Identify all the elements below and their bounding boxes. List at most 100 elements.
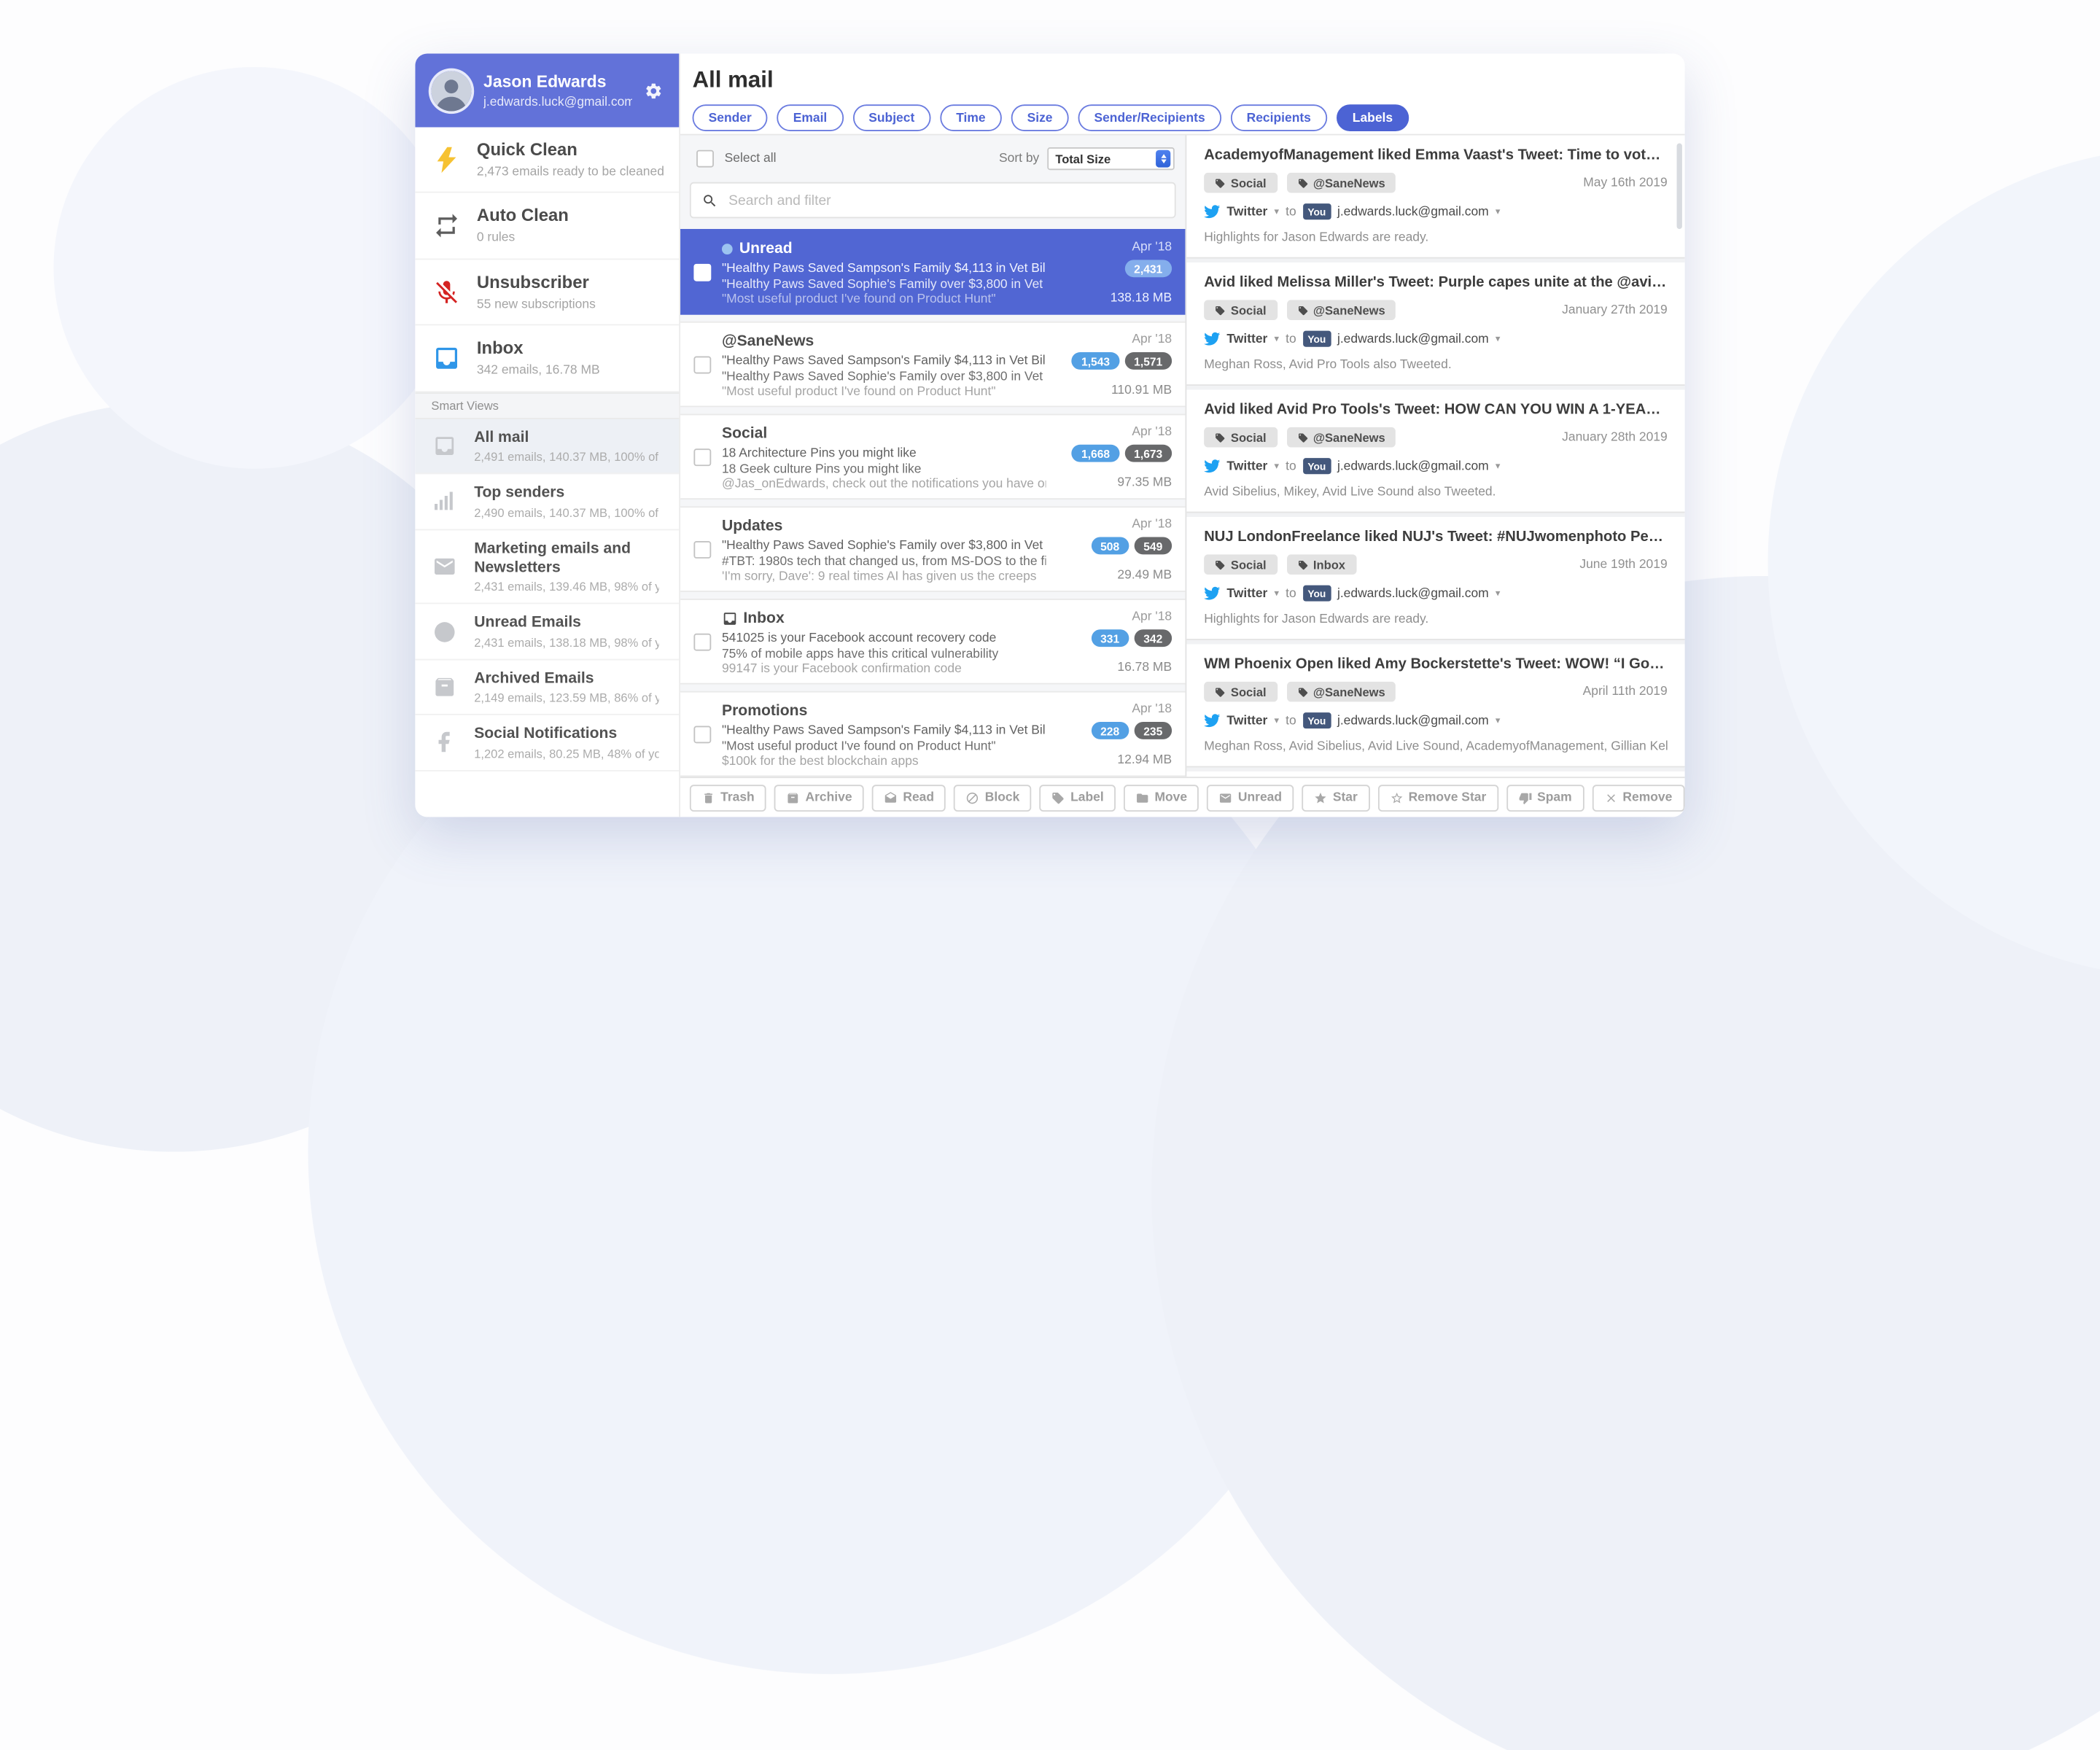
read-button[interactable]: Read bbox=[872, 784, 946, 812]
message-item[interactable]: NUJ LondonFreelance liked Federica Tedes… bbox=[1186, 771, 1685, 777]
filter-chip-sender[interactable]: Sender bbox=[692, 104, 768, 131]
recipient-email[interactable]: j.edwards.luck@gmail.com bbox=[1337, 459, 1489, 473]
select-all-checkbox[interactable] bbox=[696, 149, 714, 168]
email-group-promotions[interactable]: Promotions "Healthy Paws Saved Sampson's… bbox=[680, 691, 1186, 777]
sidebar: Jason Edwards j.edwards.luck@gmail.com Q… bbox=[415, 53, 681, 817]
tag-social[interactable]: Social bbox=[1204, 172, 1278, 193]
filter-chip-email[interactable]: Email bbox=[777, 104, 844, 131]
recipient-email[interactable]: j.edwards.luck@gmail.com bbox=[1337, 586, 1489, 601]
filter-chip-time[interactable]: Time bbox=[940, 104, 1002, 131]
trash-button[interactable]: Trash bbox=[689, 784, 767, 812]
filter-chip-recipients[interactable]: Recipients bbox=[1230, 104, 1327, 131]
chevron-down-icon[interactable]: ▾ bbox=[1275, 461, 1279, 472]
message-item[interactable]: Avid liked Melissa Miller's Tweet: Purpl… bbox=[1186, 262, 1685, 385]
chevron-down-icon[interactable]: ▾ bbox=[1496, 715, 1500, 726]
spam-button[interactable]: Spam bbox=[1506, 784, 1584, 812]
email-group-social[interactable]: Social 18 Architecture Pins you might li… bbox=[680, 413, 1186, 500]
group-line: "Healthy Paws Saved Sophie's Family over… bbox=[721, 539, 1046, 553]
chevron-down-icon[interactable]: ▾ bbox=[1275, 715, 1279, 726]
tag-sanenews[interactable]: @SaneNews bbox=[1286, 427, 1396, 448]
message-item[interactable]: WM Phoenix Open liked Amy Bockerstette's… bbox=[1186, 644, 1685, 766]
smart-view-title: Unread Emails bbox=[474, 615, 581, 631]
sender-name[interactable]: Twitter bbox=[1226, 204, 1267, 219]
sender-name[interactable]: Twitter bbox=[1226, 586, 1267, 601]
envelope-open-icon bbox=[884, 791, 898, 804]
row-checkbox[interactable] bbox=[693, 263, 712, 281]
recipient-email[interactable]: j.edwards.luck@gmail.com bbox=[1337, 332, 1489, 346]
tag-social[interactable]: Social bbox=[1204, 681, 1278, 702]
message-item[interactable]: Avid liked Avid Pro Tools's Tweet: HOW C… bbox=[1186, 389, 1685, 512]
tag-social[interactable]: Social bbox=[1204, 554, 1278, 575]
smart-view-subtitle: 2,490 emails, 140.37 MB, 100% of you... bbox=[474, 505, 658, 519]
remove-button[interactable]: Remove bbox=[1592, 784, 1684, 812]
sender-name[interactable]: Twitter bbox=[1226, 332, 1267, 346]
group-line: 99147 is your Facebook confirmation code bbox=[721, 661, 962, 675]
search-input[interactable] bbox=[726, 190, 1164, 210]
row-checkbox[interactable] bbox=[693, 448, 712, 467]
chevron-down-icon[interactable]: ▾ bbox=[1496, 588, 1500, 599]
group-date: Apr '18 bbox=[1132, 239, 1172, 254]
select-all-label: Select all bbox=[724, 151, 777, 166]
row-checkbox[interactable] bbox=[693, 356, 712, 374]
block-button[interactable]: Block bbox=[954, 784, 1032, 812]
email-group-unread[interactable]: Unread "Healthy Paws Saved Sampson's Fam… bbox=[680, 229, 1186, 315]
smart-view-title: Archived Emails bbox=[474, 670, 594, 687]
group-title: Promotions bbox=[721, 703, 808, 720]
group-date: Apr '18 bbox=[1132, 609, 1172, 624]
row-checkbox[interactable] bbox=[693, 726, 712, 744]
sidebar-item-unsubscriber[interactable]: Unsubscriber 55 new subscriptions bbox=[415, 260, 680, 327]
tag-social[interactable]: Social bbox=[1204, 427, 1278, 448]
email-group-inbox[interactable]: Inbox 541025 is your Facebook account re… bbox=[680, 599, 1186, 685]
label-button[interactable]: Label bbox=[1039, 784, 1116, 812]
gear-icon[interactable] bbox=[644, 81, 663, 100]
row-checkbox[interactable] bbox=[693, 541, 712, 559]
tag-sanenews[interactable]: @SaneNews bbox=[1286, 681, 1396, 702]
chevron-down-icon[interactable]: ▾ bbox=[1496, 206, 1500, 217]
sidebar-item-unread-emails[interactable]: Unread Emails 2,431 emails, 138.18 MB, 9… bbox=[415, 604, 680, 661]
chevron-down-icon[interactable]: ▾ bbox=[1496, 461, 1500, 472]
chevron-down-icon[interactable]: ▾ bbox=[1275, 206, 1279, 217]
filter-chip-size[interactable]: Size bbox=[1011, 104, 1069, 131]
chevron-down-icon[interactable]: ▾ bbox=[1496, 333, 1500, 344]
chevron-down-icon[interactable]: ▾ bbox=[1275, 333, 1279, 344]
sidebar-item-archived-emails[interactable]: Archived Emails 2,149 emails, 123.59 MB,… bbox=[415, 660, 680, 716]
message-snippet: Meghan Ross, Avid Sibelius, Avid Live So… bbox=[1204, 739, 1667, 755]
recipient-email[interactable]: j.edwards.luck@gmail.com bbox=[1337, 204, 1489, 219]
sidebar-item-marketing[interactable]: Marketing emails and Newsletters 2,431 e… bbox=[415, 530, 680, 605]
row-checkbox[interactable] bbox=[693, 633, 712, 651]
filter-chip-sender-recipients[interactable]: Sender/Recipients bbox=[1078, 104, 1221, 131]
archive-button[interactable]: Archive bbox=[774, 784, 865, 812]
you-badge: You bbox=[1302, 712, 1331, 729]
star-button[interactable]: Star bbox=[1302, 784, 1370, 812]
account-header[interactable]: Jason Edwards j.edwards.luck@gmail.com bbox=[415, 53, 680, 128]
sidebar-item-inbox[interactable]: Inbox 342 emails, 16.78 MB bbox=[415, 326, 680, 392]
tag-social[interactable]: Social bbox=[1204, 300, 1278, 320]
remove-star-button[interactable]: Remove Star bbox=[1377, 784, 1498, 812]
facebook-icon bbox=[415, 731, 474, 755]
sender-name[interactable]: Twitter bbox=[1226, 459, 1267, 473]
scrollbar-thumb[interactable] bbox=[1676, 143, 1682, 230]
message-title: NUJ LondonFreelance liked NUJ's Tweet: #… bbox=[1204, 529, 1667, 545]
tag-inbox[interactable]: Inbox bbox=[1286, 554, 1356, 575]
sidebar-item-quick-clean[interactable]: Quick Clean 2,473 emails ready to be cle… bbox=[415, 127, 680, 194]
sort-select[interactable]: Total Size bbox=[1047, 147, 1175, 171]
sender-name[interactable]: Twitter bbox=[1226, 713, 1267, 728]
filter-chip-subject[interactable]: Subject bbox=[852, 104, 931, 131]
message-item[interactable]: AcademyofManagement liked Emma Vaast's T… bbox=[1186, 135, 1685, 257]
chevron-down-icon[interactable]: ▾ bbox=[1275, 588, 1279, 599]
recipient-email[interactable]: j.edwards.luck@gmail.com bbox=[1337, 713, 1489, 728]
email-group-updates[interactable]: Updates "Healthy Paws Saved Sophie's Fam… bbox=[680, 506, 1186, 592]
move-button[interactable]: Move bbox=[1124, 784, 1199, 812]
unread-button[interactable]: Unread bbox=[1207, 784, 1294, 812]
tag-sanenews[interactable]: @SaneNews bbox=[1286, 300, 1396, 320]
unread-count-badge: 1,543 bbox=[1072, 352, 1119, 370]
tag-sanenews[interactable]: @SaneNews bbox=[1286, 172, 1396, 193]
email-group-sanenews[interactable]: @SaneNews "Healthy Paws Saved Sampson's … bbox=[680, 321, 1186, 408]
message-item[interactable]: NUJ LondonFreelance liked NUJ's Tweet: #… bbox=[1186, 516, 1685, 639]
filter-chip-labels[interactable]: Labels bbox=[1336, 104, 1409, 131]
sidebar-item-top-senders[interactable]: Top senders 2,490 emails, 140.37 MB, 100… bbox=[415, 475, 680, 530]
sidebar-item-all-mail[interactable]: All mail 2,491 emails, 140.37 MB, 100% o… bbox=[415, 419, 680, 475]
sidebar-item-social-notifications[interactable]: Social Notifications 1,202 emails, 80.25… bbox=[415, 715, 680, 771]
sidebar-item-auto-clean[interactable]: Auto Clean 0 rules bbox=[415, 193, 680, 260]
smart-view-title: All mail bbox=[474, 429, 529, 446]
